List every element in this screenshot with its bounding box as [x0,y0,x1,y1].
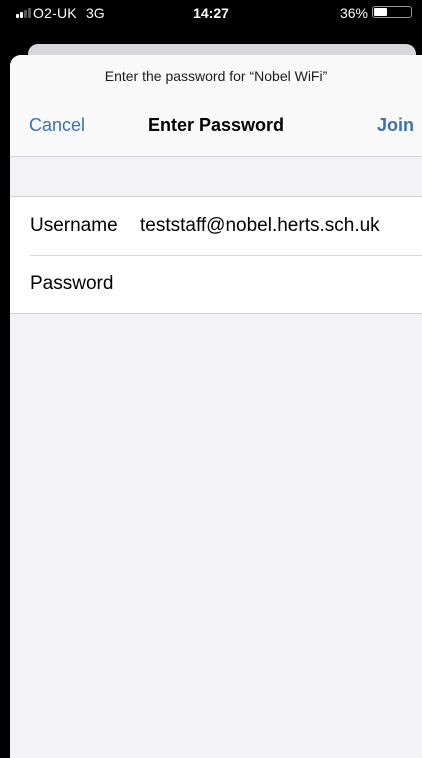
password-label: Password [30,273,114,294]
battery-icon [372,6,420,20]
password-prompt: Enter the password for “Nobel WiFi” [104,68,328,84]
battery-percentage: 36% [339,5,368,21]
dialog-title: Enter Password [147,115,285,135]
join-button[interactable]: Join [377,115,414,136]
status-bar: O2-UK 3G 14:27 36% [0,0,422,26]
password-row[interactable]: Password [10,255,422,313]
password-field[interactable] [140,265,410,303]
username-field[interactable]: teststaff@nobel.herts.sch.uk [140,215,380,237]
username-row[interactable]: Username teststaff@nobel.herts.sch.uk [10,197,422,255]
password-sheet: Enter the password for “Nobel WiFi” Canc… [10,55,422,758]
username-label: Username [30,215,118,236]
sheet-header: Enter the password for “Nobel WiFi” Canc… [10,55,422,157]
credentials-form: Username teststaff@nobel.herts.sch.uk Pa… [10,196,422,314]
phone-screen: O2-UK 3G 14:27 36% Enter the password fo… [0,0,422,758]
